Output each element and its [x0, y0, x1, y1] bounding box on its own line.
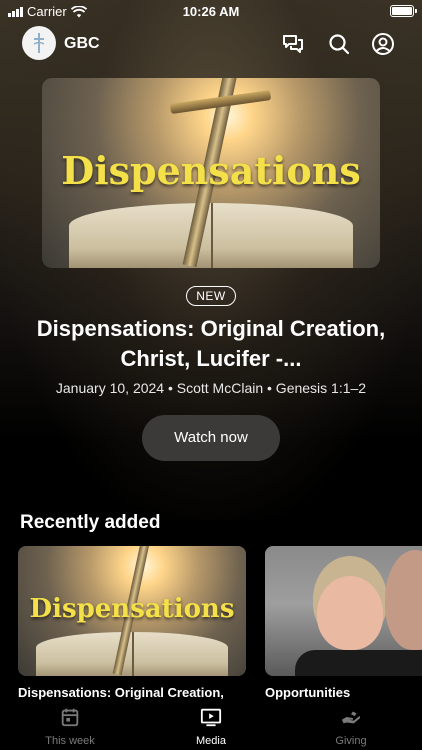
calendar-icon: [61, 708, 79, 727]
bible-illustration: [69, 203, 353, 268]
status-bar: Carrier 10:26 AM: [0, 0, 422, 22]
section-title: Recently added: [20, 512, 161, 533]
featured-title: Dispensations: Original Creation, Christ…: [36, 316, 386, 371]
tab-media[interactable]: Media: [161, 706, 261, 747]
media-thumbnail: Dispensations: [18, 546, 246, 676]
church-logo[interactable]: [22, 26, 56, 60]
tab-label: Media: [196, 735, 226, 747]
thumbnail-title: Dispensations: [29, 594, 235, 624]
tab-this-week[interactable]: This week: [20, 706, 120, 747]
media-card[interactable]: Dispensations Dispensations: Original Cr…: [18, 546, 246, 700]
tab-giving[interactable]: Giving: [301, 706, 401, 747]
giving-hand-icon: [341, 711, 361, 724]
tab-label: This week: [45, 735, 95, 747]
artwork-title: Dispensations: [61, 148, 361, 193]
account-icon[interactable]: [371, 32, 395, 56]
chat-icon[interactable]: [281, 32, 305, 56]
tab-bar: This week Media Giving: [0, 700, 422, 750]
media-thumbnail: [265, 546, 422, 676]
battery-icon: [390, 5, 417, 17]
clock: 10:26 AM: [182, 4, 240, 19]
media-card-title: Opportunities: [265, 685, 351, 700]
new-badge: NEW: [186, 286, 236, 306]
app-name: GBC: [64, 35, 100, 52]
man-photo: [385, 550, 422, 650]
app-header: GBC: [0, 26, 422, 62]
play-icon: [200, 708, 222, 727]
featured-meta: January 10, 2024 • Scott McClain • Genes…: [55, 380, 367, 396]
media-card-title: Dispensations: Original Creation,: [18, 685, 224, 700]
cross-logo-icon: [33, 33, 45, 53]
tab-label: Giving: [335, 735, 367, 747]
search-icon[interactable]: [327, 32, 351, 56]
watch-now-button[interactable]: Watch now: [142, 415, 280, 461]
media-card[interactable]: Opportunities: [265, 546, 422, 700]
featured-sermon-artwork[interactable]: Dispensations: [42, 78, 380, 268]
